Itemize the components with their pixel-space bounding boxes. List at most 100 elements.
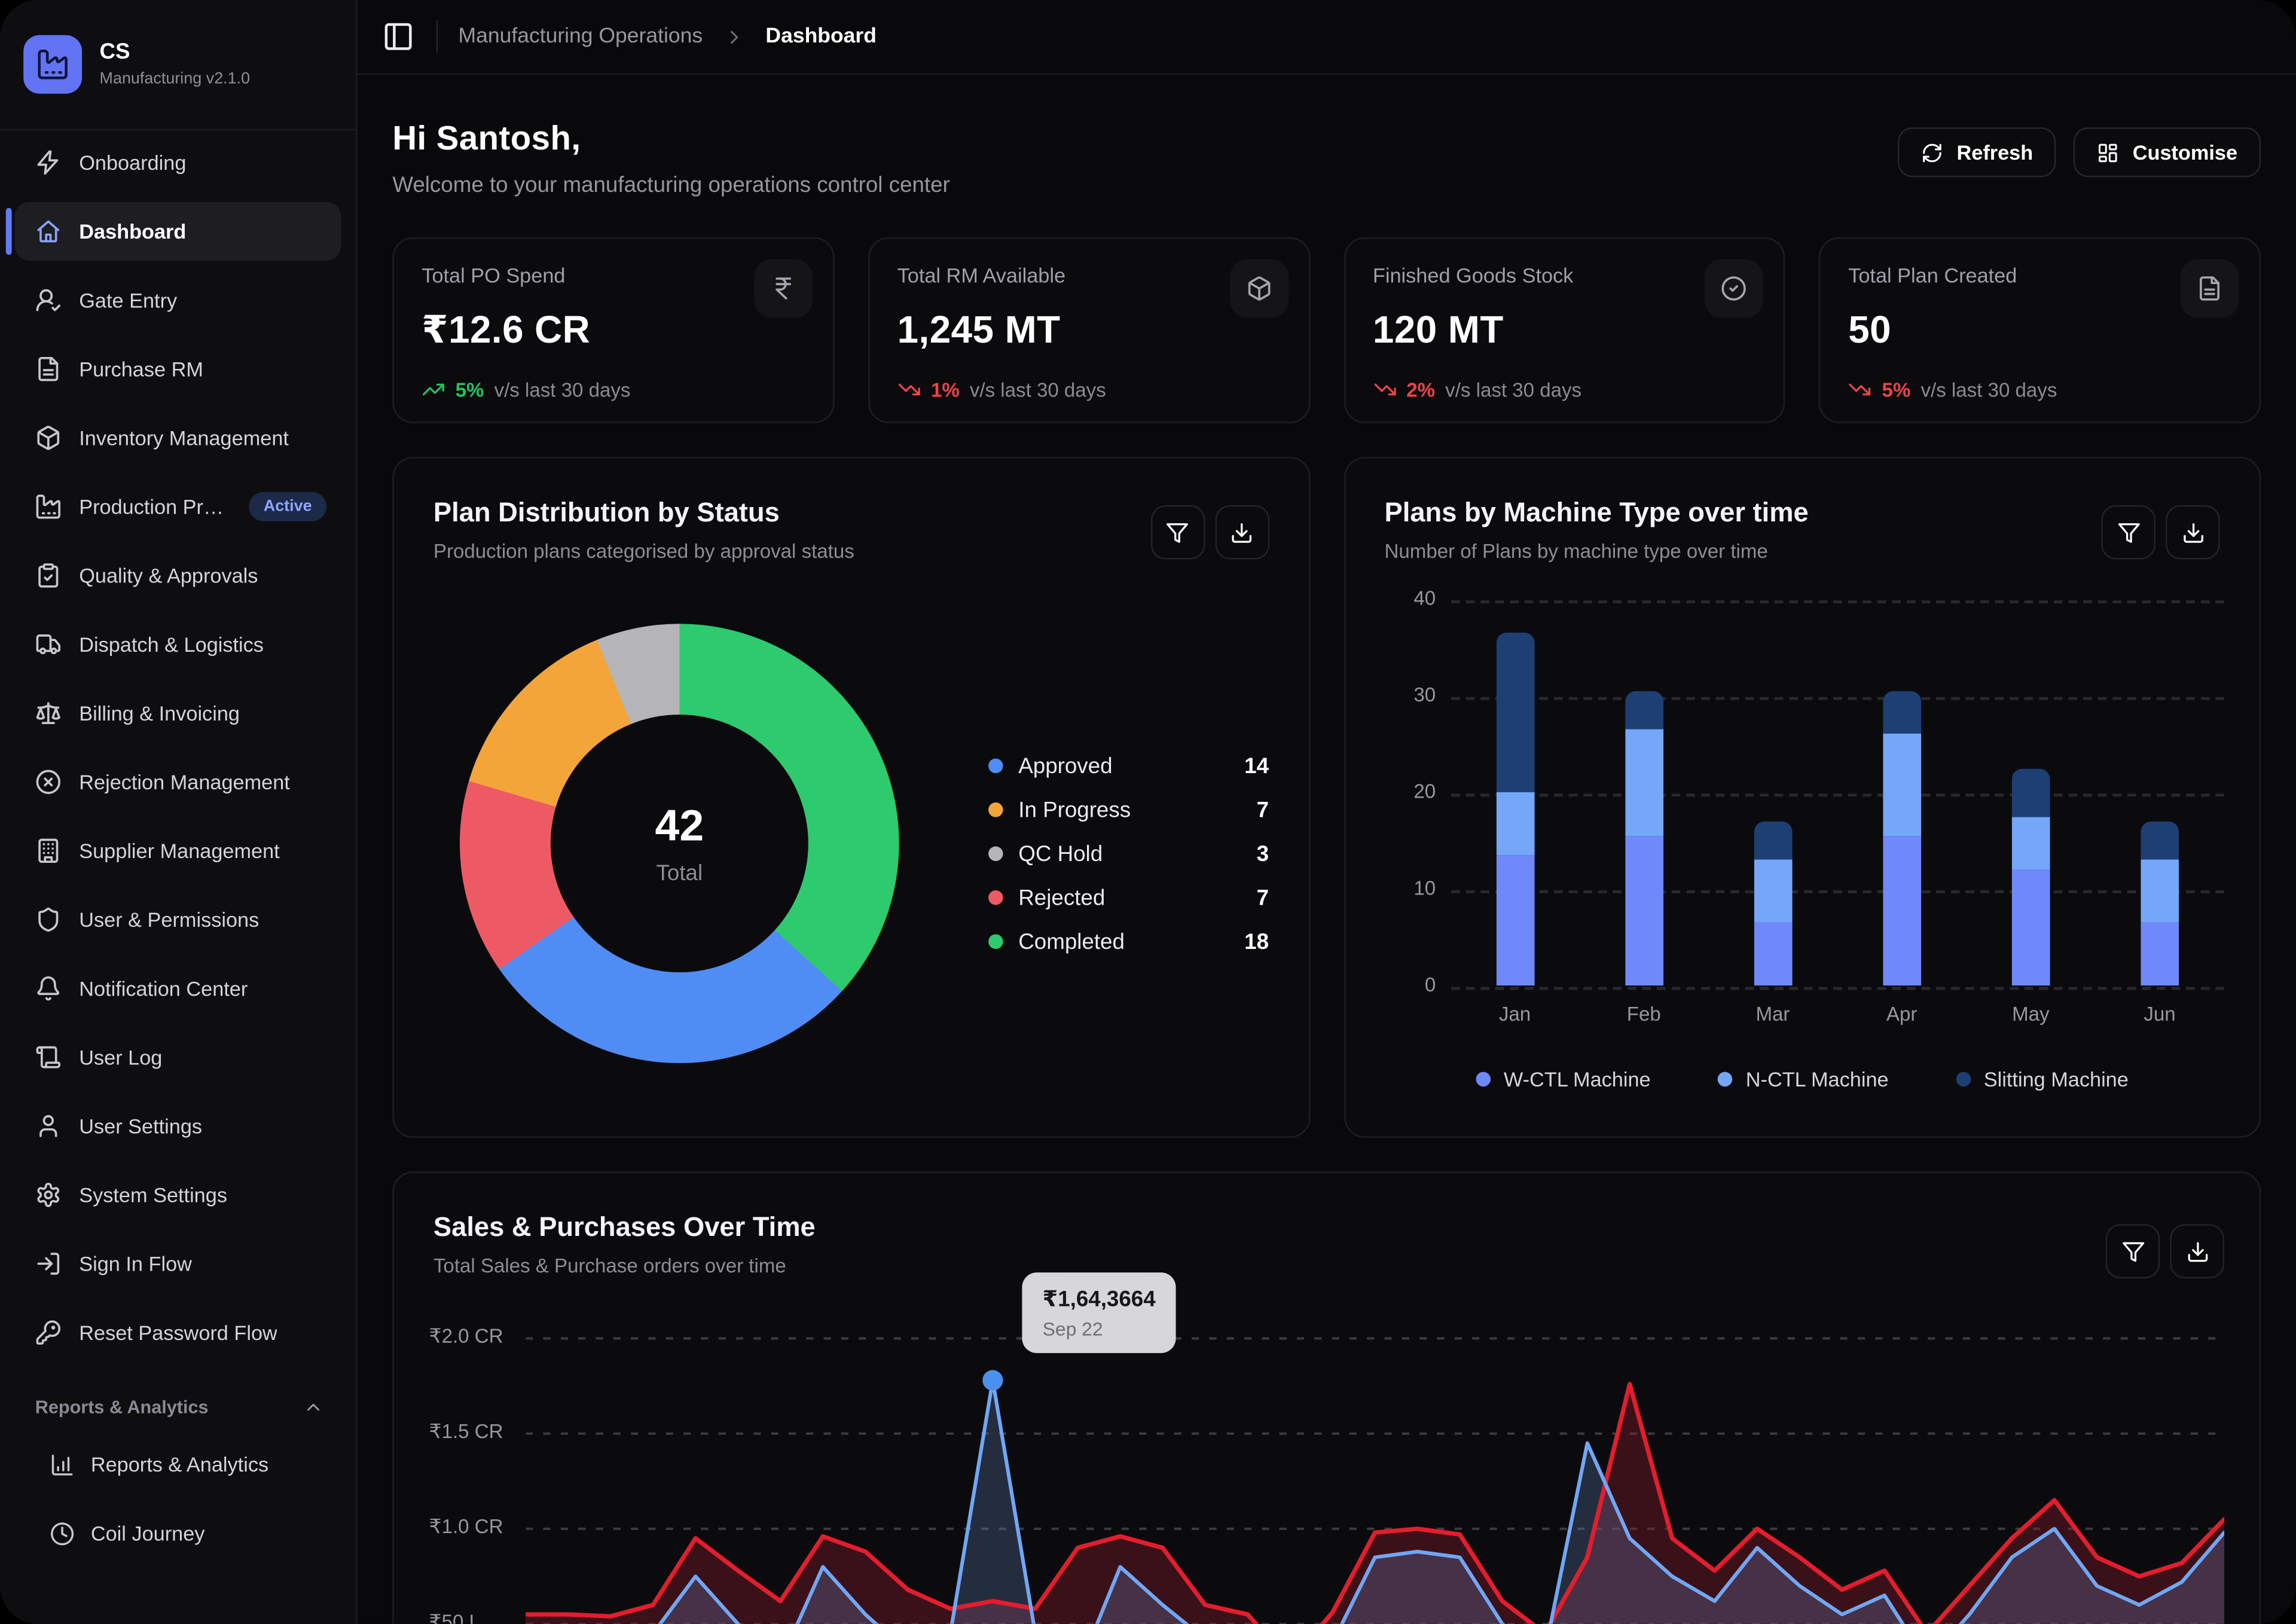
download-button[interactable]: [2166, 505, 2220, 560]
legend-item-slitting-machine: Slitting Machine: [1956, 1067, 2129, 1091]
legend-item-n-ctl-machine: N-CTL Machine: [1718, 1067, 1888, 1091]
sidebar-item-rejection-management[interactable]: Rejection Management: [14, 753, 341, 811]
kpi-trend-percent: 5%: [456, 378, 484, 401]
sidebar-item-reset-password-flow[interactable]: Reset Password Flow: [14, 1304, 341, 1362]
file-text-icon: [35, 356, 62, 382]
kpi-trend-percent: 1%: [931, 378, 960, 401]
stacked-bar-feb[interactable]: [1625, 691, 1663, 985]
bar-y-tick: 10: [1371, 877, 1436, 899]
donut-total-value: 42: [655, 802, 704, 851]
sidebar-item-quality-approvals[interactable]: Quality & Approvals: [14, 546, 341, 605]
legend-dot: [1476, 1072, 1490, 1086]
brand-logo: [23, 35, 82, 94]
chevron-right-icon: [723, 26, 745, 48]
kpi-label: Total Plan Created: [1848, 264, 2231, 287]
sidebar-item-user-permissions[interactable]: User & Permissions: [14, 890, 341, 949]
kpi-label: Total RM Available: [897, 264, 1281, 287]
building-icon: [35, 838, 62, 864]
main-column: Manufacturing Operations Dashboard Hi Sa…: [358, 0, 2296, 1624]
plan-distribution-card: Plan Distribution by Status Production p…: [392, 457, 1309, 1138]
home-icon: [35, 218, 62, 245]
legend-item-qc-hold: QC Hold3: [988, 832, 1269, 875]
brand-name: CS: [100, 41, 251, 65]
sidebar-item-coil-journey[interactable]: Coil Journey: [14, 1504, 341, 1562]
kpi-row: Total PO Spend₹12.6 CR5%v/s last 30 days…: [392, 237, 2261, 423]
active-badge: Active: [249, 492, 326, 521]
user-icon: [35, 1113, 62, 1139]
legend-dot: [1956, 1072, 1970, 1086]
refresh-button[interactable]: Refresh: [1898, 127, 2057, 177]
donut-legend: Approved14In Progress7QC Hold3Rejected7C…: [988, 744, 1269, 963]
bar-gridline: [1451, 987, 2224, 990]
bar-segment-n-ctl-machine: [2012, 816, 2050, 869]
bar-segment-w-ctl-machine: [1496, 855, 1534, 985]
bar-card-subtitle: Number of Plans by machine type over tim…: [1385, 541, 2220, 563]
filter-button[interactable]: [2106, 1224, 2160, 1278]
sidebar-toggle-button[interactable]: [381, 19, 416, 54]
customise-button[interactable]: Customise: [2074, 127, 2261, 177]
legend-item-completed: Completed18: [988, 920, 1269, 963]
bar-segment-n-ctl-machine: [1496, 792, 1534, 855]
sidebar-item-label: Reset Password Flow: [79, 1321, 277, 1344]
sidebar-item-billing-invoicing[interactable]: Billing & Invoicing: [14, 684, 341, 743]
sidebar-item-production-proc[interactable]: Production Proc...Active: [14, 477, 341, 536]
key-icon: [35, 1320, 62, 1346]
filter-button[interactable]: [2101, 505, 2155, 560]
chart-tooltip: ₹1,64,3664 Sep 22: [1022, 1272, 1176, 1353]
stacked-bar-chart: [1451, 600, 2224, 987]
clock-icon: [50, 1521, 75, 1546]
stacked-bar-jun[interactable]: [2141, 821, 2179, 985]
kpi-trend-text: v/s last 30 days: [1921, 378, 2057, 401]
bar-segment-w-ctl-machine: [2141, 923, 2179, 985]
sidebar-item-user-settings[interactable]: User Settings: [14, 1097, 341, 1155]
stacked-bar-may[interactable]: [2012, 768, 2050, 986]
bar-y-tick: 40: [1371, 587, 1436, 609]
sidebar-item-purchase-rm[interactable]: Purchase RM: [14, 340, 341, 398]
stacked-bar-mar[interactable]: [1754, 821, 1792, 985]
download-button[interactable]: [1214, 505, 1269, 560]
sidebar-item-inventory-management[interactable]: Inventory Management: [14, 408, 341, 467]
user-check-icon: [35, 287, 62, 313]
line-y-tick: ₹1.0 CR: [429, 1516, 508, 1539]
kpi-value: 1,245 MT: [897, 307, 1281, 353]
sidebar-item-label: System Settings: [79, 1183, 227, 1207]
legend-value: 3: [1257, 841, 1269, 866]
stacked-bar-jan[interactable]: [1496, 633, 1534, 985]
bell-icon: [35, 975, 62, 1002]
sidebar-nav: Onboarding Dashboard Gate Entry Purchase RM…: [0, 130, 356, 1596]
sidebar-item-system-settings[interactable]: System Settings: [14, 1165, 341, 1224]
app-window: CS Manufacturing v2.1.0 OnboardingDashbo…: [0, 0, 2296, 1624]
sidebar-item-sign-in-flow[interactable]: Sign In Flow: [14, 1234, 341, 1293]
sidebar-item-user-log[interactable]: User Log: [14, 1028, 341, 1086]
sidebar-section-reports-analytics[interactable]: Reports & Analytics: [14, 1397, 341, 1417]
sidebar-item-dashboard[interactable]: Dashboard: [14, 202, 341, 261]
sidebar-item-label: Reports & Analytics: [91, 1452, 268, 1476]
clipboard-check-icon: [35, 562, 62, 588]
breadcrumb-root[interactable]: Manufacturing Operations: [459, 25, 703, 48]
kpi-value: 50: [1848, 307, 2231, 353]
sidebar-item-notification-center[interactable]: Notification Center: [14, 959, 341, 1018]
sidebar-item-onboarding[interactable]: Onboarding: [14, 133, 341, 192]
donut-card-subtitle: Production plans categorised by approval…: [433, 541, 1269, 563]
sidebar-item-dispatch-logistics[interactable]: Dispatch & Logistics: [14, 615, 341, 674]
bar-segment-n-ctl-machine: [1625, 729, 1663, 836]
highlight-point[interactable]: [982, 1370, 1003, 1390]
sidebar-item-supplier-management[interactable]: Supplier Management: [14, 822, 341, 880]
sidebar-item-label: Rejection Management: [79, 770, 290, 793]
kpi-trend-text: v/s last 30 days: [494, 378, 631, 401]
download-button[interactable]: [2170, 1224, 2224, 1278]
legend-label: In Progress: [1018, 797, 1131, 822]
dashboard-content: Hi Santosh, Welcome to your manufacturin…: [358, 75, 2296, 1624]
bar-legend: W-CTL MachineN-CTL MachineSlitting Machi…: [1345, 1067, 2259, 1091]
bar-segment-slitting-machine: [1496, 633, 1534, 792]
legend-item-in-progress: In Progress7: [988, 788, 1269, 832]
legend-label: Approved: [1018, 753, 1112, 779]
filter-icon: [2117, 521, 2140, 544]
sidebar-item-reports-analytics[interactable]: Reports & Analytics: [14, 1435, 341, 1494]
download-icon: [2185, 1240, 2209, 1263]
stacked-bar-apr[interactable]: [1883, 691, 1921, 985]
filter-button[interactable]: [1150, 505, 1205, 560]
legend-dot: [988, 890, 1002, 905]
download-icon: [1230, 521, 1253, 544]
sidebar-item-gate-entry[interactable]: Gate Entry: [14, 271, 341, 329]
